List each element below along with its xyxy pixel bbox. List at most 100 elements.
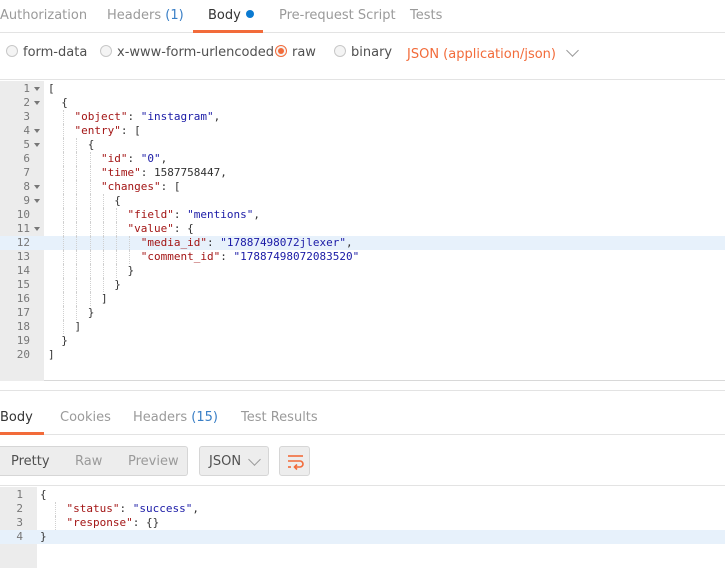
code-text: } <box>40 530 47 543</box>
code-text: "changes": [ <box>100 180 181 193</box>
code-line[interactable]: 13 "comment_id": "17887498072083520" <box>0 250 725 264</box>
radio-binary[interactable]: binary <box>334 45 392 63</box>
fold-arrow-icon[interactable] <box>34 87 40 91</box>
radio-raw-circle[interactable] <box>275 45 287 57</box>
line-number: 7 <box>23 166 30 179</box>
radio-form-data-label: form-data <box>23 45 88 60</box>
radio-x-www-form-urlencoded[interactable]: x-www-form-urlencoded <box>100 45 274 63</box>
tab-pre-request-script[interactable]: Pre-request Script <box>279 8 396 23</box>
code-line[interactable]: 3 "object": "instagram", <box>0 110 725 124</box>
view-raw-button[interactable]: Raw <box>75 454 102 469</box>
tab-response-body[interactable]: Body <box>0 410 33 425</box>
code-line[interactable]: 14 } <box>0 264 725 278</box>
tab-response-headers-label: Headers <box>133 410 188 425</box>
radio-raw-label: raw <box>292 45 316 60</box>
fold-arrow-icon[interactable] <box>34 227 40 231</box>
line-number: 9 <box>23 194 30 207</box>
code-text: "field": "mentions", <box>127 208 260 221</box>
view-preview-button[interactable]: Preview <box>128 454 179 469</box>
fold-arrow-icon[interactable] <box>34 129 40 133</box>
radio-binary-circle[interactable] <box>334 45 346 57</box>
code-line[interactable]: 4} <box>0 530 725 544</box>
code-line[interactable]: 8 "changes": [ <box>0 180 725 194</box>
line-number: 19 <box>16 334 30 347</box>
tab-test-results[interactable]: Test Results <box>241 410 318 425</box>
code-text: "value": { <box>127 222 194 235</box>
tab-headers[interactable]: Headers (1) <box>107 8 184 23</box>
code-text: "comment_id": "17887498072083520" <box>140 250 360 263</box>
line-number: 6 <box>23 152 30 165</box>
code-line[interactable]: 1{ <box>0 488 725 502</box>
response-format-select[interactable]: JSON <box>199 446 269 476</box>
line-number: 14 <box>16 264 30 277</box>
line-number: 5 <box>23 138 30 151</box>
radio-form-data[interactable]: form-data <box>6 45 87 63</box>
code-text: { <box>48 96 68 109</box>
line-number: 15 <box>16 278 30 291</box>
fold-arrow-icon[interactable] <box>34 101 40 105</box>
line-number: 4 <box>23 124 30 137</box>
code-line[interactable]: 4 "entry": [ <box>0 124 725 138</box>
code-line[interactable]: 16 ] <box>0 292 725 306</box>
fold-arrow-icon[interactable] <box>34 143 40 147</box>
chevron-down-icon <box>248 453 261 466</box>
content-type-dropdown[interactable]: JSON (application/json) <box>407 44 579 62</box>
radio-raw[interactable]: raw <box>275 45 316 63</box>
code-text: { <box>48 194 121 207</box>
fold-arrow-icon[interactable] <box>34 199 40 203</box>
code-line[interactable]: 9 { <box>0 194 725 208</box>
code-line[interactable]: 20] <box>0 348 725 362</box>
radio-form-data-circle[interactable] <box>6 45 18 57</box>
code-text: ] <box>48 348 55 361</box>
code-text: "object": "instagram", <box>74 110 221 123</box>
response-toolbar: Pretty Raw Preview JSON <box>0 436 725 486</box>
radio-x-www-form-urlencoded-label: x-www-form-urlencoded <box>117 45 275 60</box>
code-line[interactable]: 2 "status": "success", <box>0 502 725 516</box>
line-number: 3 <box>16 516 23 529</box>
code-line[interactable]: 19 } <box>0 334 725 348</box>
pane-divider[interactable] <box>0 381 725 391</box>
code-text: } <box>48 306 95 319</box>
wrap-lines-button[interactable] <box>279 446 310 476</box>
radio-x-www-form-urlencoded-circle[interactable] <box>100 45 112 57</box>
tab-body[interactable]: Body <box>208 8 254 23</box>
line-number: 10 <box>16 208 30 221</box>
fold-arrow-icon[interactable] <box>34 185 40 189</box>
request-body-editor[interactable]: 1[2 {3 "object": "instagram", 4 "entry": … <box>0 81 725 381</box>
code-text: { <box>48 138 95 151</box>
code-line[interactable]: 3 "response": {} <box>0 516 725 530</box>
tab-response-headers-count: (15) <box>191 410 218 425</box>
code-text: } <box>48 278 121 291</box>
code-line[interactable]: 2 { <box>0 96 725 110</box>
tab-authorization[interactable]: Authorization <box>0 8 87 23</box>
code-line[interactable]: 6 "id": "0", <box>0 152 725 166</box>
code-line[interactable]: 12 "media_id": "17887498072jlexer", <box>0 236 725 250</box>
line-number: 1 <box>23 82 30 95</box>
tab-cookies[interactable]: Cookies <box>60 410 111 425</box>
code-line[interactable]: 10 "field": "mentions", <box>0 208 725 222</box>
tab-headers-label: Headers <box>107 8 162 23</box>
code-text: "id": "0", <box>100 152 168 165</box>
code-line[interactable]: 7 "time": 1587758447, <box>0 166 725 180</box>
code-text: } <box>48 264 135 277</box>
code-text: { <box>40 488 47 501</box>
code-line[interactable]: 11 "value": { <box>0 222 725 236</box>
code-line[interactable]: 5 { <box>0 138 725 152</box>
code-line[interactable]: 18 ] <box>0 320 725 334</box>
line-number: 20 <box>16 348 30 361</box>
code-text: ] <box>48 320 82 333</box>
view-pretty-button[interactable]: Pretty <box>11 454 50 469</box>
code-line[interactable]: 17 } <box>0 306 725 320</box>
code-line[interactable]: 1[ <box>0 82 725 96</box>
code-text: "media_id": "17887498072jlexer", <box>140 236 353 249</box>
response-body-viewer[interactable]: 1{2 "status": "success", 3 "response": {}… <box>0 487 725 568</box>
line-number: 16 <box>16 292 30 305</box>
tab-test-results-label: Test Results <box>241 410 318 425</box>
tab-authorization-label: Authorization <box>0 8 88 23</box>
tab-tests[interactable]: Tests <box>410 8 442 23</box>
line-number: 17 <box>16 306 30 319</box>
line-number: 18 <box>16 320 30 333</box>
tab-response-headers[interactable]: Headers (15) <box>133 410 218 425</box>
code-line[interactable]: 15 } <box>0 278 725 292</box>
code-text: ] <box>48 292 108 305</box>
